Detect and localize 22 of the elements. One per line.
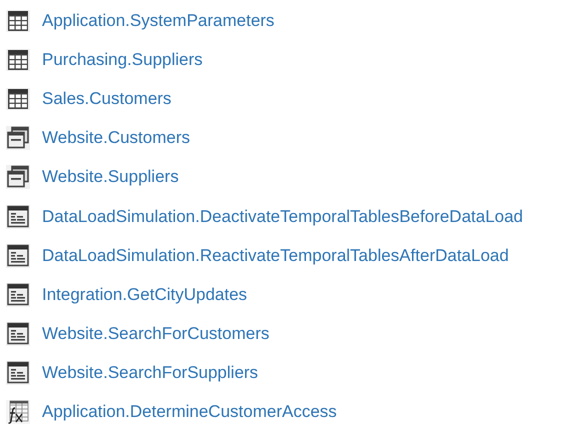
object-link[interactable]: Sales.Customers <box>42 88 172 109</box>
object-link[interactable]: Website.Customers <box>42 128 190 148</box>
document-lines-icon <box>5 282 31 308</box>
function-grid-icon <box>5 399 31 425</box>
object-link[interactable]: Integration.GetCityUpdates <box>42 284 248 305</box>
object-link[interactable]: DataLoadSimulation.DeactivateTemporalTablesBeforeDataLoad <box>42 206 524 227</box>
object-link[interactable]: Website.SearchForSuppliers <box>42 363 258 384</box>
table-icon <box>5 86 31 112</box>
object-link[interactable]: Application.DetermineCustomerAccess <box>42 402 337 422</box>
document-lines-icon <box>5 360 31 386</box>
document-lines-icon <box>5 242 31 269</box>
document-lines-icon <box>5 321 31 348</box>
object-link[interactable]: Website.Suppliers <box>42 167 179 188</box>
document-lines-icon <box>5 204 31 230</box>
table-icon <box>5 46 31 73</box>
object-link[interactable]: Application.SystemParameters <box>42 10 274 31</box>
object-link[interactable]: Website.SearchForCustomers <box>42 324 270 344</box>
object-link[interactable]: DataLoadSimulation.ReactivateTemporalTablesAfterDataLoad <box>42 246 509 266</box>
stacked-windows-icon <box>5 125 31 152</box>
object-link[interactable]: Purchasing.Suppliers <box>42 50 203 70</box>
stacked-windows-icon <box>5 164 31 190</box>
table-icon <box>5 8 31 34</box>
